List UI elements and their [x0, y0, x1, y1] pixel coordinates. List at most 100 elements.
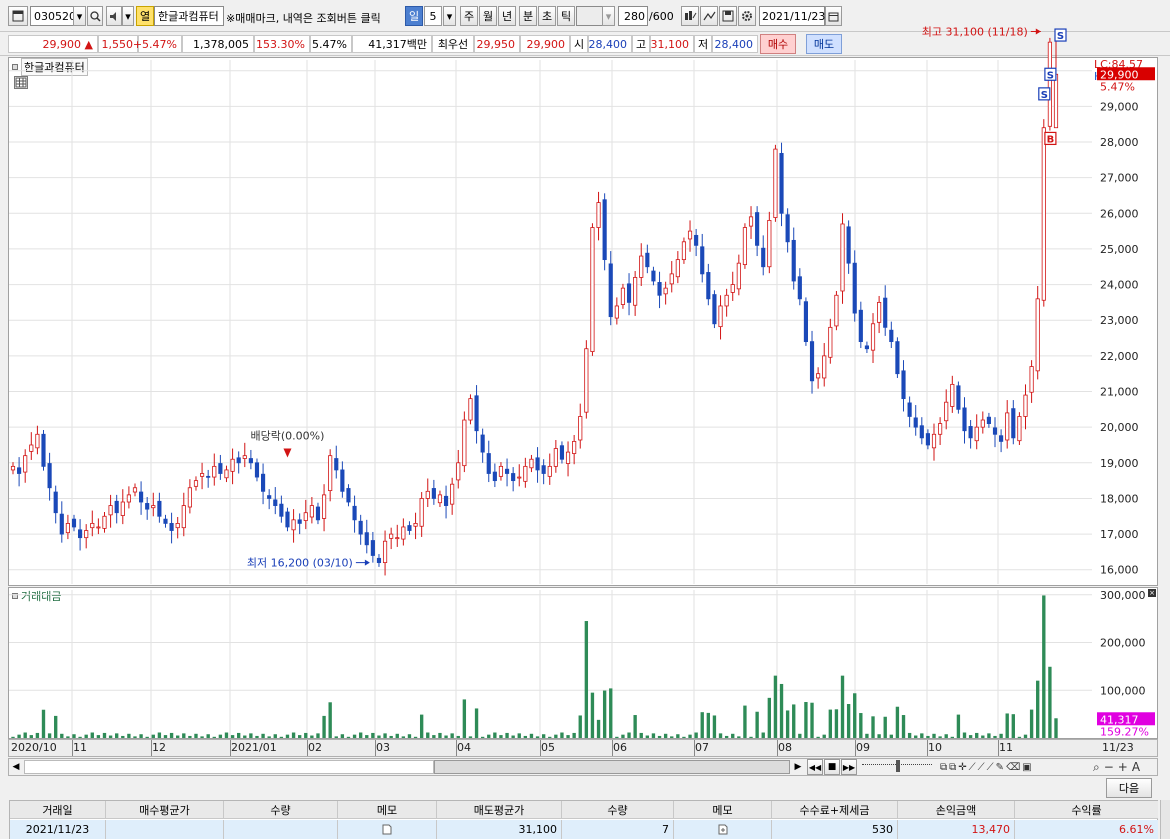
candle-body: [834, 294, 839, 327]
volume-bar: [956, 714, 961, 738]
pattern-tool-icon[interactable]: ⟋: [987, 762, 994, 773]
candle-body: [565, 451, 571, 464]
candle-body: [480, 434, 485, 453]
row-return[interactable]: 6.61%: [1015, 820, 1158, 839]
scroll-thumb[interactable]: [434, 760, 790, 774]
scroll-left-icon[interactable]: ◀: [9, 759, 23, 775]
x-axis-label: 11/23: [1102, 741, 1134, 754]
volume-bar: [322, 715, 326, 738]
candle-body: [120, 501, 125, 516]
volume-bar: [316, 733, 320, 738]
candle-body: [529, 458, 534, 469]
volume-bar: [157, 732, 162, 738]
speed-slider-handle[interactable]: [896, 760, 900, 772]
volume-bar: [828, 709, 832, 738]
x-axis-tick: [998, 740, 999, 756]
erase-tool-icon[interactable]: ⌫: [1006, 762, 1020, 773]
volume-bar: [151, 734, 155, 738]
candle-body: [761, 247, 766, 268]
zoom-out-icon[interactable]: −: [1104, 760, 1114, 774]
volume-bar: [1036, 680, 1040, 738]
candle-body: [712, 294, 717, 325]
col-buy-avg: 매수평균가: [106, 801, 224, 819]
magnify-icon[interactable]: ⌕: [1093, 760, 1100, 775]
stop-icon[interactable]: ■: [824, 759, 840, 775]
candle-body: [645, 252, 650, 268]
candle-body: [273, 499, 278, 506]
pen-tool-icon[interactable]: ✎: [996, 762, 1004, 773]
x-axis-tick: [456, 740, 457, 756]
candle-body: [358, 520, 363, 535]
candle-body: [706, 272, 711, 300]
candle-body: [212, 465, 217, 478]
row-fee[interactable]: 530: [772, 820, 898, 839]
x-axis-tick: [230, 740, 231, 756]
row-trade-date[interactable]: 2021/11/23: [10, 820, 106, 839]
row-buy-avg[interactable]: [106, 820, 224, 839]
candle-body: [169, 523, 174, 531]
volume-bar: [999, 733, 1003, 738]
x-axis-tick: [540, 740, 541, 756]
scroll-right-icon[interactable]: ▶: [792, 759, 804, 775]
candle-body: [895, 341, 900, 375]
volume-bar: [895, 706, 900, 738]
table-scrollbar[interactable]: [1160, 800, 1170, 839]
volume-bar: [419, 714, 424, 738]
volume-bar: [737, 736, 741, 738]
candle-body: [925, 433, 930, 446]
candle-body: [47, 463, 52, 489]
candle-body: [291, 519, 296, 531]
col-buy-memo: 메모: [338, 801, 437, 819]
volume-bar: [712, 715, 717, 738]
col-pnl: 손익금액: [898, 801, 1015, 819]
zoom-in-icon[interactable]: +: [1118, 760, 1128, 774]
volume-bar: [731, 733, 735, 738]
memo-icon[interactable]: [382, 824, 392, 835]
image-tool-icon[interactable]: ▣: [1022, 762, 1031, 773]
candle-body: [364, 532, 369, 546]
volume-bar: [169, 732, 174, 738]
volume-bar: [72, 734, 76, 738]
dividend-annotation: 배당락(0.00%): [251, 430, 325, 443]
candle-body: [328, 455, 333, 492]
candle-body: [450, 483, 455, 505]
candle-body: [852, 262, 857, 314]
window-tile-icon[interactable]: ⧉: [940, 762, 947, 773]
candle-body: [29, 444, 34, 452]
candle-body: [620, 287, 626, 305]
volume-bar: [877, 734, 881, 738]
memo-add-icon[interactable]: [718, 824, 728, 835]
fast-forward-icon[interactable]: ▶▶: [841, 759, 857, 775]
candle-body: [657, 282, 662, 296]
volume-bar: [718, 733, 723, 738]
x-axis-tick: [927, 740, 928, 756]
volume-bar: [182, 733, 186, 738]
font-size-icon[interactable]: A: [1132, 760, 1140, 774]
candle-body: [425, 490, 430, 499]
trade-table: 거래일 매수평균가 수량 메모 매도평균가 수량 메모 수수료+제세금 손익금액…: [9, 800, 1158, 839]
row-buy-qty[interactable]: [224, 820, 338, 839]
trend-tool-icon[interactable]: ⟋: [969, 762, 976, 773]
candle-body: [309, 505, 314, 518]
candle-body: [700, 246, 705, 275]
volume-bar: [914, 735, 918, 738]
row-sell-avg[interactable]: 31,100: [437, 820, 562, 839]
scroll-track[interactable]: [24, 760, 434, 774]
candle-body: [797, 276, 802, 300]
candle-body: [944, 401, 949, 422]
x-axis-tick: [307, 740, 308, 756]
row-pnl[interactable]: 13,470: [898, 820, 1015, 839]
crosshair-icon[interactable]: ✛: [958, 762, 966, 773]
candle-body: [578, 416, 583, 441]
row-sell-qty[interactable]: 7: [562, 820, 674, 839]
window-cascade-icon[interactable]: ⧉: [949, 762, 956, 773]
row-buy-memo[interactable]: [338, 820, 437, 839]
volume-bar: [23, 732, 27, 738]
next-button[interactable]: 다음: [1106, 778, 1152, 798]
candle-body: [1023, 394, 1028, 417]
row-sell-memo[interactable]: [674, 820, 772, 839]
rewind-icon[interactable]: ◀◀: [807, 759, 823, 775]
fib-tool-icon[interactable]: ⟋: [978, 762, 985, 773]
candle-body: [651, 270, 656, 282]
volume-bar: [224, 732, 229, 738]
